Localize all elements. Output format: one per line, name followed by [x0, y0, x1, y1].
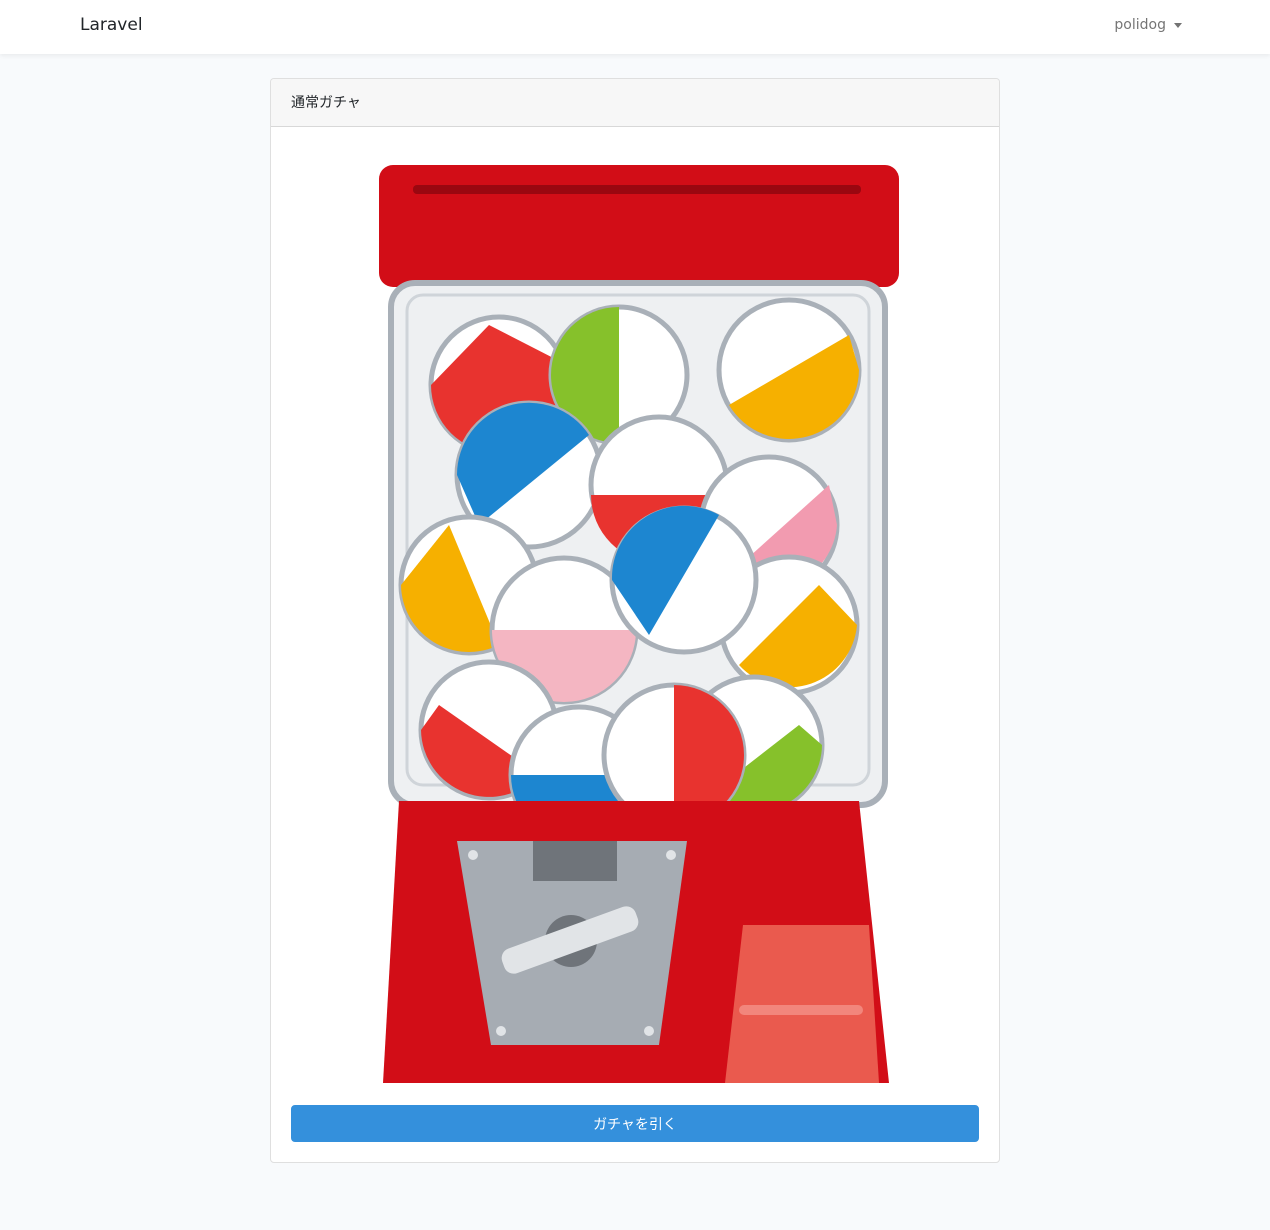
gacha-machine-icon: [379, 165, 899, 1083]
caret-down-icon: [1174, 23, 1182, 28]
gacha-card: 通常ガチャ ガチャを引く: [270, 78, 1000, 1163]
draw-gacha-button[interactable]: ガチャを引く: [291, 1105, 979, 1142]
brand-link[interactable]: Laravel: [80, 15, 143, 35]
user-dropdown-toggle[interactable]: polidog: [1114, 17, 1182, 33]
top-navbar: Laravel polidog: [0, 0, 1270, 54]
user-name: polidog: [1114, 17, 1166, 33]
card-header: 通常ガチャ: [271, 79, 999, 127]
